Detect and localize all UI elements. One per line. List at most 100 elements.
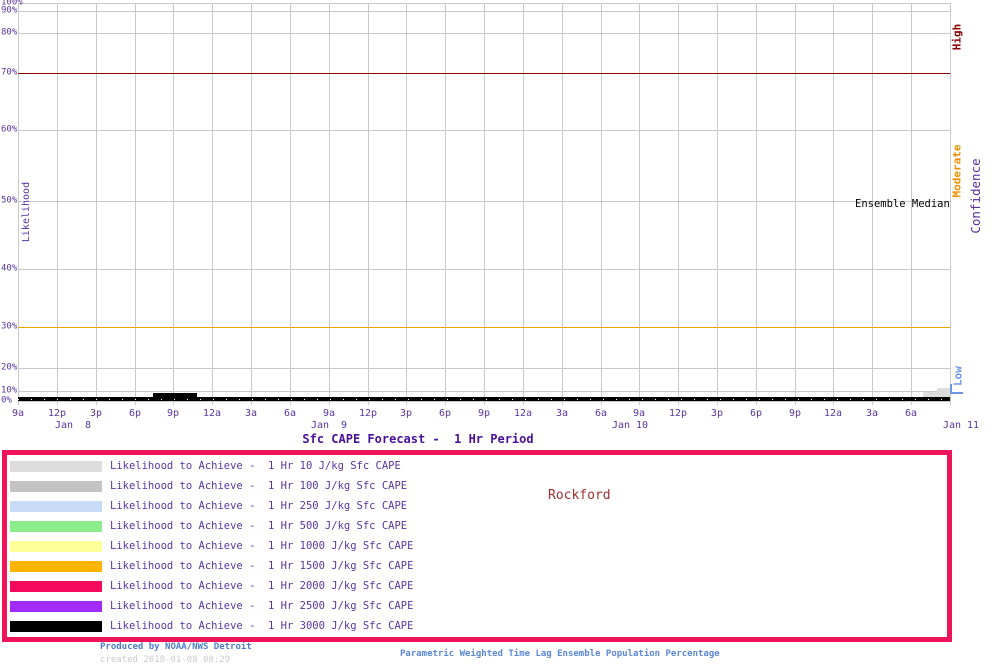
- y-tick-label: 60%: [1, 126, 17, 135]
- legend-label: Likelihood to Achieve - 1 Hr 2500 J/kg S…: [110, 601, 413, 612]
- legend-box: Likelihood to Achieve - 1 Hr 10 J/kg Sfc…: [2, 450, 952, 642]
- legend-item: Likelihood to Achieve - 1 Hr 3000 J/kg S…: [10, 620, 413, 632]
- x-gridline: [950, 3, 951, 405]
- reference-line-30pct: [18, 327, 950, 328]
- x-gridline: [445, 3, 446, 405]
- y-gridline: [18, 269, 950, 270]
- y-gridline: [18, 401, 950, 402]
- x-tick-label: 9a: [12, 409, 24, 419]
- confidence-band-label-high: High: [952, 24, 963, 51]
- x-tick-label: 3p: [90, 409, 102, 419]
- y-gridline: [18, 33, 950, 34]
- created-timestamp: created 2018-01-08 08:29: [100, 656, 230, 666]
- x-tick-label: 9p: [789, 409, 801, 419]
- x-gridline: [756, 3, 757, 405]
- y-gridline: [18, 3, 950, 4]
- x-tick-label: 3a: [556, 409, 568, 419]
- legend-swatch: [10, 561, 102, 572]
- method-caption: Parametric Weighted Time Lag Ensemble Po…: [400, 650, 720, 660]
- x-tick-label: 9a: [323, 409, 335, 419]
- y-tick-label: 80%: [1, 29, 17, 38]
- x-tick-label: 9a: [633, 409, 645, 419]
- x-gridline: [135, 3, 136, 405]
- legend-item: Likelihood to Achieve - 1 Hr 2500 J/kg S…: [10, 600, 413, 612]
- legend-swatch: [10, 521, 102, 532]
- legend-swatch: [10, 601, 102, 612]
- station-name-label: Rockford: [548, 489, 611, 502]
- series-segment: [937, 388, 950, 397]
- x-gridline: [562, 3, 563, 405]
- y-gridline: [18, 130, 950, 131]
- y-axis-title: Likelihood: [22, 182, 32, 242]
- x-gridline: [678, 3, 679, 405]
- x-gridline: [212, 3, 213, 405]
- x-tick-label: 6p: [129, 409, 141, 419]
- y-tick-label: 30%: [1, 323, 17, 332]
- legend-label: Likelihood to Achieve - 1 Hr 1000 J/kg S…: [110, 541, 413, 552]
- confidence-band-label-moderate: Moderate: [952, 145, 963, 198]
- legend-label: Likelihood to Achieve - 1 Hr 10 J/kg Sfc…: [110, 461, 401, 472]
- x-tick-label: 12a: [203, 409, 221, 419]
- x-gridline: [18, 3, 19, 405]
- legend-item: Likelihood to Achieve - 1 Hr 100 J/kg Sf…: [10, 480, 407, 492]
- x-tick-label: 6a: [284, 409, 296, 419]
- series-point-markers: [18, 399, 950, 400]
- x-gridline: [406, 3, 407, 405]
- legend-item: Likelihood to Achieve - 1 Hr 2000 J/kg S…: [10, 580, 413, 592]
- chart-title: Sfc CAPE Forecast - 1 Hr Period: [302, 433, 533, 445]
- ensemble-median-label: Ensemble Median: [855, 199, 950, 210]
- x-tick-label: 12p: [669, 409, 687, 419]
- series-segment: [153, 393, 197, 397]
- x-tick-label: 3p: [711, 409, 723, 419]
- x-tick-label: 6a: [595, 409, 607, 419]
- x-gridline: [639, 3, 640, 405]
- x-gridline: [601, 3, 602, 405]
- y-tick-label: 40%: [1, 265, 17, 274]
- x-gridline: [833, 3, 834, 405]
- x-gridline: [251, 3, 252, 405]
- x-date-label: Jan 10: [612, 421, 648, 431]
- y-tick-label: 90%: [1, 7, 17, 16]
- legend-label: Likelihood to Achieve - 1 Hr 1500 J/kg S…: [110, 561, 413, 572]
- legend-label: Likelihood to Achieve - 1 Hr 100 J/kg Sf…: [110, 481, 407, 492]
- x-gridline: [368, 3, 369, 405]
- y-gridline: [18, 201, 950, 202]
- x-gridline: [717, 3, 718, 405]
- y-tick-label: 70%: [1, 69, 17, 78]
- x-date-label: Jan 9: [311, 421, 347, 431]
- legend-swatch: [10, 481, 102, 492]
- x-tick-label: 6p: [750, 409, 762, 419]
- cape-forecast-chart: 9a12p3p6p9p12a3a6a9a12p3p6p9p12a3a6a9a12…: [0, 0, 1000, 670]
- legend-item: Likelihood to Achieve - 1 Hr 10 J/kg Sfc…: [10, 460, 401, 472]
- produced-by-credit: Produced by NOAA/NWS Detroit: [100, 643, 252, 653]
- right-axis-title: Confidence: [970, 158, 983, 233]
- legend-item: Likelihood to Achieve - 1 Hr 250 J/kg Sf…: [10, 500, 407, 512]
- x-gridline: [173, 3, 174, 405]
- x-tick-label: 3a: [245, 409, 257, 419]
- legend-item: Likelihood to Achieve - 1 Hr 1500 J/kg S…: [10, 560, 413, 572]
- y-gridline: [18, 368, 950, 369]
- x-gridline: [96, 3, 97, 405]
- legend-swatch: [10, 461, 102, 472]
- legend-swatch: [10, 621, 102, 632]
- legend-label: Likelihood to Achieve - 1 Hr 500 J/kg Sf…: [110, 521, 407, 532]
- x-gridline: [484, 3, 485, 405]
- y-tick-label: 20%: [1, 364, 17, 373]
- legend-label: Likelihood to Achieve - 1 Hr 2000 J/kg S…: [110, 581, 413, 592]
- reference-line-70pct: [18, 73, 950, 74]
- x-tick-label: 12p: [48, 409, 66, 419]
- y-gridline: [18, 391, 950, 392]
- y-tick-label: 10%: [1, 387, 17, 396]
- confidence-band-label-low: Low: [953, 366, 964, 386]
- x-gridline: [57, 3, 58, 405]
- x-gridline: [329, 3, 330, 405]
- legend-swatch: [10, 501, 102, 512]
- x-tick-label: 3p: [400, 409, 412, 419]
- x-tick-label: 9p: [167, 409, 179, 419]
- legend-item: Likelihood to Achieve - 1 Hr 1000 J/kg S…: [10, 540, 413, 552]
- y-tick-label: 50%: [1, 197, 17, 206]
- x-gridline: [290, 3, 291, 405]
- x-tick-label: 12a: [514, 409, 532, 419]
- y-gridline: [18, 11, 950, 12]
- y-tick-label: 0%: [1, 397, 12, 406]
